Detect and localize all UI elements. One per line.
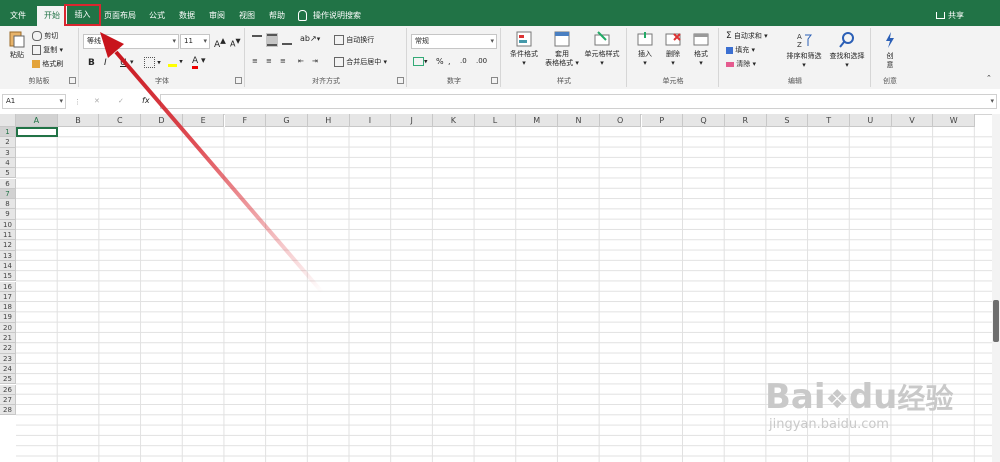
baidu-watermark: Bai❖du经验 jingyan.baidu.com	[765, 377, 954, 432]
paw-icon: ❖	[825, 385, 849, 415]
